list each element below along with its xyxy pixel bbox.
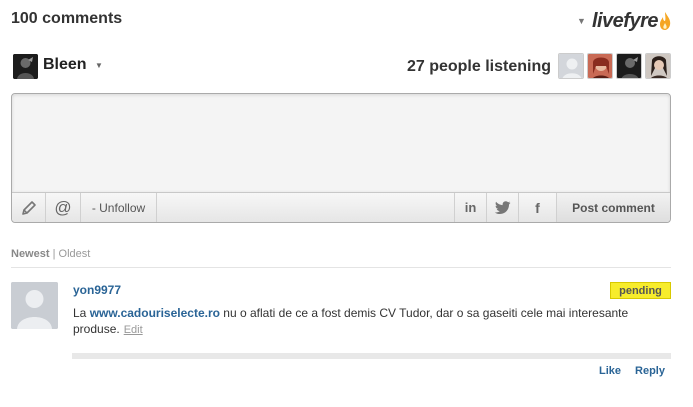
default-avatar-icon xyxy=(11,282,58,329)
comment-item: yon9977 pending La www.cadouriselecte.ro… xyxy=(11,282,671,382)
at-icon: @ xyxy=(54,197,72,217)
avatar[interactable] xyxy=(616,53,642,79)
comment-link[interactable]: www.cadouriselecte.ro xyxy=(90,306,220,320)
twitter-share-button[interactable] xyxy=(486,193,518,222)
comment-text: La xyxy=(73,306,90,320)
sort-separator: | xyxy=(52,248,56,260)
post-comment-button[interactable]: Post comment xyxy=(556,193,670,222)
comment-input[interactable] xyxy=(12,94,670,193)
sort-options: Newest | Oldest xyxy=(11,248,90,260)
divider xyxy=(11,267,671,268)
comment-footer-bar xyxy=(72,353,671,359)
listener-avatar-image xyxy=(588,54,612,78)
comment-editor: @ - Unfollow in f Post comment xyxy=(11,93,671,223)
livefyre-brand[interactable]: ▼ livefyre xyxy=(577,8,671,34)
chevron-down-icon[interactable]: ▼ xyxy=(577,16,586,26)
user-name[interactable]: Bleen xyxy=(43,56,87,74)
avatar[interactable] xyxy=(13,54,38,79)
sort-oldest[interactable]: Oldest xyxy=(59,248,91,260)
avatar[interactable] xyxy=(645,53,671,79)
header: 100 comments ▼ livefyre xyxy=(11,8,671,34)
pencil-button[interactable] xyxy=(12,193,46,222)
default-avatar-icon xyxy=(559,54,583,78)
mention-button[interactable]: @ xyxy=(46,193,81,222)
twitter-icon xyxy=(494,200,510,214)
avatar[interactable] xyxy=(587,53,613,79)
user-avatar-image xyxy=(13,54,38,79)
post-comment-label: Post comment xyxy=(572,200,655,215)
unfollow-label: - Unfollow xyxy=(91,200,146,215)
reply-button[interactable]: Reply xyxy=(635,365,665,377)
flame-icon xyxy=(660,12,671,30)
status-badge: pending xyxy=(610,282,671,299)
chevron-down-icon[interactable]: ▼ xyxy=(95,61,103,70)
comment-actions: Like Reply xyxy=(599,365,665,377)
unfollow-button[interactable]: - Unfollow xyxy=(81,193,157,222)
comment-body: La www.cadouriselecte.ro nu o aflati de … xyxy=(73,305,633,338)
livefyre-logo: livefyre xyxy=(591,9,659,32)
facebook-share-button[interactable]: f xyxy=(518,193,556,222)
editor-toolbar: @ - Unfollow in f Post comment xyxy=(12,193,670,222)
linkedin-share-button[interactable]: in xyxy=(454,193,486,222)
listening-count: 27 people listening xyxy=(406,58,551,75)
listener-avatar-image xyxy=(617,54,641,78)
comment-count: 100 comments xyxy=(11,10,123,27)
sort-newest[interactable]: Newest xyxy=(11,248,50,260)
edit-link[interactable]: Edit xyxy=(124,324,143,336)
pencil-icon xyxy=(21,200,36,215)
like-button[interactable]: Like xyxy=(599,365,621,377)
comment-author[interactable]: yon9977 xyxy=(73,283,121,297)
linkedin-icon: in xyxy=(464,200,477,215)
avatar[interactable] xyxy=(558,53,584,79)
avatar[interactable] xyxy=(11,282,58,329)
listener-avatar-image xyxy=(646,54,670,78)
listener-avatars xyxy=(558,53,671,79)
facebook-icon: f xyxy=(535,199,540,216)
user-row: Bleen ▼ 27 people listening xyxy=(11,52,671,80)
